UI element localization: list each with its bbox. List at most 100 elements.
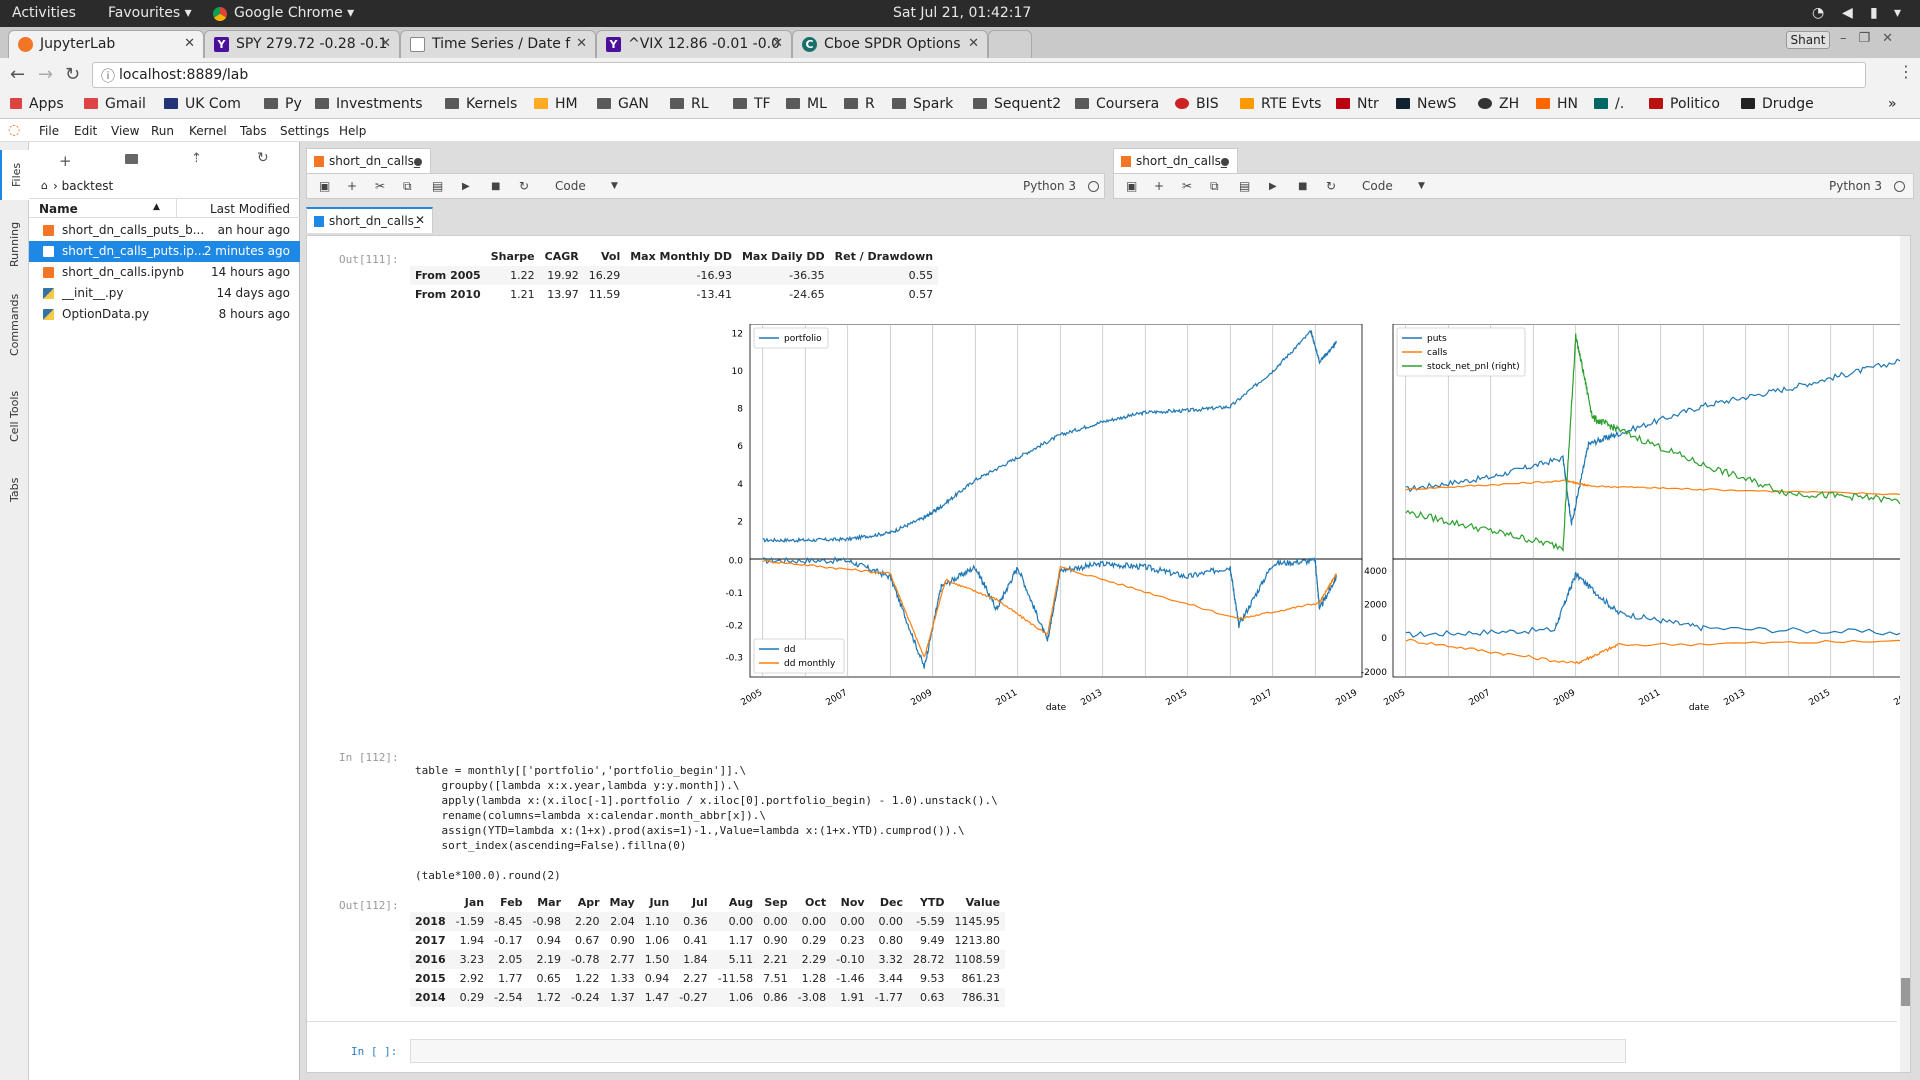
menu-file[interactable]: File xyxy=(39,124,59,138)
save-icon[interactable]: ▣ xyxy=(1126,179,1137,193)
close-icon[interactable]: ✕ xyxy=(772,36,783,51)
browser-tab-jupyterlab[interactable]: JupyterLab ✕ xyxy=(8,30,204,58)
bookmark-kernels[interactable]: Kernels xyxy=(445,96,517,112)
name-column-header[interactable]: Name xyxy=(39,202,78,216)
menu-tabs[interactable]: Tabs xyxy=(240,124,267,138)
tab-running[interactable]: Running xyxy=(0,212,29,277)
menu-help[interactable]: Help xyxy=(339,124,366,138)
browser-tab-vix[interactable]: Y ^VIX 12.86 -0.01 -0.0 ✕ xyxy=(596,30,792,58)
cell-type-select[interactable]: Code xyxy=(1362,179,1393,193)
restart-icon[interactable]: ↻ xyxy=(519,179,529,193)
bookmark-zh[interactable]: ZH xyxy=(1478,96,1519,112)
stop-icon[interactable]: ■ xyxy=(1298,181,1307,192)
close-icon[interactable]: ✕ xyxy=(184,36,195,51)
bookmark-hn[interactable]: HN xyxy=(1536,96,1578,112)
copy-icon[interactable]: ⧉ xyxy=(1210,179,1219,194)
file-row[interactable]: __init__.py 14 days ago xyxy=(29,283,300,304)
bookmark-apps[interactable]: Apps xyxy=(10,96,64,112)
file-row[interactable]: OptionData.py 8 hours ago xyxy=(29,304,300,325)
bookmark-news[interactable]: NewS xyxy=(1396,96,1456,112)
scrollbar-thumb[interactable] xyxy=(1901,978,1910,1006)
menu-settings[interactable]: Settings xyxy=(280,124,329,138)
scrollbar[interactable] xyxy=(1900,236,1910,1072)
run-icon[interactable]: ▶ xyxy=(462,181,470,192)
bookmark-politico[interactable]: Politico xyxy=(1649,96,1720,112)
browser-tab-spy[interactable]: Y SPY 279.72 -0.28 -0.1 ✕ xyxy=(204,30,400,58)
save-icon[interactable]: ▣ xyxy=(319,179,330,193)
close-icon[interactable]: ✕ xyxy=(968,36,979,51)
bookmark-hm[interactable]: HM xyxy=(534,96,578,112)
bookmark-bis[interactable]: BIS xyxy=(1175,96,1219,112)
paste-icon[interactable]: ▤ xyxy=(1239,179,1250,193)
console-tab[interactable]: short_dn_calls_ ✕ xyxy=(306,207,433,233)
profile-button[interactable]: Shant xyxy=(1786,31,1830,49)
new-folder-icon[interactable] xyxy=(125,154,138,164)
power-menu-icon[interactable]: ▾ xyxy=(1894,5,1901,21)
copy-icon[interactable]: ⧉ xyxy=(403,179,412,194)
bookmark-tf[interactable]: TF xyxy=(733,96,771,112)
new-tab-button[interactable] xyxy=(988,30,1032,58)
menu-view[interactable]: View xyxy=(111,124,139,138)
close-icon[interactable]: ✕ xyxy=(576,36,587,51)
file-row-selected[interactable]: short_dn_calls_puts.ip... 2 minutes ago xyxy=(29,241,300,262)
tab-commands[interactable]: Commands xyxy=(0,287,29,362)
bookmark-r[interactable]: R xyxy=(844,96,875,112)
back-icon[interactable]: ← xyxy=(10,64,25,85)
bookmark-drudge[interactable]: Drudge xyxy=(1741,96,1814,112)
browser-tab-timeseries[interactable]: Time Series / Date f ✕ xyxy=(400,30,596,58)
kernel-name[interactable]: Python 3 xyxy=(1023,179,1076,193)
refresh-icon[interactable]: ↻ xyxy=(257,150,269,166)
battery-icon[interactable]: ▮ xyxy=(1870,5,1878,21)
bookmark-sequent2[interactable]: Sequent2 xyxy=(973,96,1061,112)
clock[interactable]: Sat Jul 21, 01:42:17 xyxy=(893,5,1031,21)
bookmark-rte-evts[interactable]: RTE Evts xyxy=(1240,96,1321,112)
bookmark-gan[interactable]: GAN xyxy=(597,96,649,112)
address-bar[interactable]: ⓘ localhost:8889/lab xyxy=(92,62,1866,88)
notebook-tab-left[interactable]: short_dn_calls_ xyxy=(306,148,431,174)
tab-files[interactable]: Files xyxy=(0,150,29,200)
bookmark-coursera[interactable]: Coursera xyxy=(1075,96,1159,112)
bookmark-ml[interactable]: ML xyxy=(786,96,827,112)
volume-icon[interactable]: ◀ xyxy=(1842,5,1853,21)
bookmark-slashdot[interactable]: /. xyxy=(1594,96,1624,112)
paste-icon[interactable]: ▤ xyxy=(432,179,443,193)
reload-icon[interactable]: ↻ xyxy=(65,64,80,85)
cell-type-select[interactable]: Code xyxy=(555,179,586,193)
bookmark-spark[interactable]: Spark xyxy=(892,96,953,112)
tab-tabs[interactable]: Tabs xyxy=(0,467,29,512)
insert-cell-icon[interactable]: + xyxy=(347,179,357,193)
browser-tab-cboe[interactable]: C Cboe SPDR Options ✕ xyxy=(792,30,988,58)
kernel-name[interactable]: Python 3 xyxy=(1829,179,1882,193)
close-icon[interactable]: ✕ xyxy=(380,36,391,51)
file-row[interactable]: short_dn_calls.ipynb 14 hours ago xyxy=(29,262,300,283)
favourites-menu[interactable]: Favourites ▾ xyxy=(108,5,192,21)
new-launcher-icon[interactable]: + xyxy=(59,152,72,170)
file-row[interactable]: short_dn_calls_puts_b... an hour ago xyxy=(29,220,300,241)
empty-code-cell[interactable] xyxy=(410,1039,1626,1063)
wifi-icon[interactable]: ◔ xyxy=(1812,5,1824,21)
forward-icon[interactable]: → xyxy=(38,64,53,85)
tab-cell-tools[interactable]: Cell Tools xyxy=(0,379,29,454)
chrome-menu-icon[interactable]: ⋮ xyxy=(1898,62,1914,81)
stop-icon[interactable]: ■ xyxy=(491,181,500,192)
menu-edit[interactable]: Edit xyxy=(74,124,97,138)
unsaved-dot-icon[interactable] xyxy=(414,158,422,166)
upload-icon[interactable]: ⇡ xyxy=(191,151,202,166)
code-cell[interactable]: table = monthly[['portfolio','portfolio_… xyxy=(415,763,998,883)
bookmark-rl[interactable]: RL xyxy=(670,96,709,112)
bookmark-ukcom[interactable]: UK Com xyxy=(164,96,241,112)
breadcrumb[interactable]: › backtest xyxy=(53,179,113,193)
app-menu[interactable]: Google Chrome ▾ xyxy=(234,5,354,21)
activities-button[interactable]: Activities xyxy=(12,5,76,21)
cut-icon[interactable]: ✂ xyxy=(1182,179,1192,193)
notebook-tab-right[interactable]: short_dn_calls_ xyxy=(1113,148,1238,174)
cut-icon[interactable]: ✂ xyxy=(375,179,385,193)
run-icon[interactable]: ▶ xyxy=(1269,181,1277,192)
menu-run[interactable]: Run xyxy=(151,124,174,138)
home-icon[interactable]: ⌂ xyxy=(41,179,48,192)
window-controls[interactable]: –❐✕ xyxy=(1840,31,1905,46)
unsaved-dot-icon[interactable] xyxy=(1221,158,1229,166)
menu-kernel[interactable]: Kernel xyxy=(189,124,227,138)
bookmark-py[interactable]: Py xyxy=(264,96,302,112)
insert-cell-icon[interactable]: + xyxy=(1154,179,1164,193)
